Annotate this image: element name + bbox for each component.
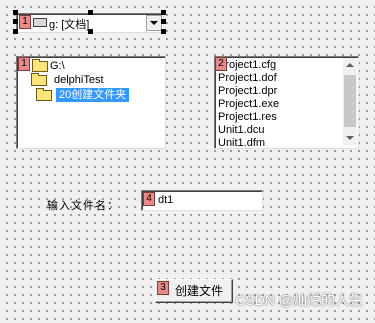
create-file-button-label: 创建文件 — [174, 284, 223, 298]
file-item[interactable]: Unit1.dfm — [218, 137, 265, 150]
filename-label: 输入文件名： — [47, 200, 119, 212]
filename-input-field[interactable] — [142, 191, 260, 208]
directory-item[interactable]: delphiTest — [20, 73, 160, 87]
file-item[interactable]: Unit1.dcu — [218, 124, 264, 137]
selection-handle — [161, 29, 166, 34]
directory-item-label: 20创建文件夹 — [56, 88, 130, 102]
open-folder-icon — [36, 88, 52, 101]
selection-handle — [161, 10, 166, 15]
file-item[interactable]: Project1.exe — [218, 98, 279, 111]
selection-handle — [13, 29, 18, 34]
component-badge: 3 — [157, 281, 169, 295]
file-item[interactable]: Project1.dpr — [218, 85, 277, 98]
directory-item-selected[interactable]: 20创建文件夹 — [20, 88, 160, 102]
component-badge: 4 — [143, 192, 155, 206]
selection-handle — [161, 19, 166, 24]
filename-input[interactable] — [141, 190, 263, 211]
drive-icon — [33, 18, 47, 27]
selection-handle — [13, 10, 18, 15]
selection-handle — [88, 10, 93, 15]
selection-handle — [13, 19, 18, 24]
scroll-down-icon[interactable] — [346, 136, 354, 140]
drive-combo-value: g: [文档] — [49, 19, 90, 31]
directory-list-box[interactable]: G:\ delphiTest 20创建文件夹 — [16, 56, 166, 149]
open-folder-icon — [32, 59, 48, 72]
directory-item-label: delphiTest — [54, 74, 104, 86]
file-item[interactable]: Project1.dof — [218, 72, 277, 85]
file-item[interactable]: Project1.res — [218, 111, 277, 124]
directory-item-label: G:\ — [50, 60, 65, 72]
scroll-up-icon[interactable] — [346, 63, 354, 67]
selection-handle — [88, 29, 93, 34]
component-badge: 1 — [19, 15, 31, 29]
file-list-box[interactable]: Project1.cfg Project1.dof Project1.dpr P… — [214, 56, 359, 149]
open-folder-icon — [31, 73, 47, 86]
watermark: CSDN @灿烂的人生 — [235, 292, 363, 308]
component-badge: 1 — [18, 57, 30, 71]
chevron-down-icon[interactable] — [146, 15, 162, 31]
scrollbar-thumb[interactable] — [344, 75, 356, 127]
vertical-scrollbar[interactable] — [343, 58, 357, 145]
component-badge: 2 — [215, 57, 227, 71]
